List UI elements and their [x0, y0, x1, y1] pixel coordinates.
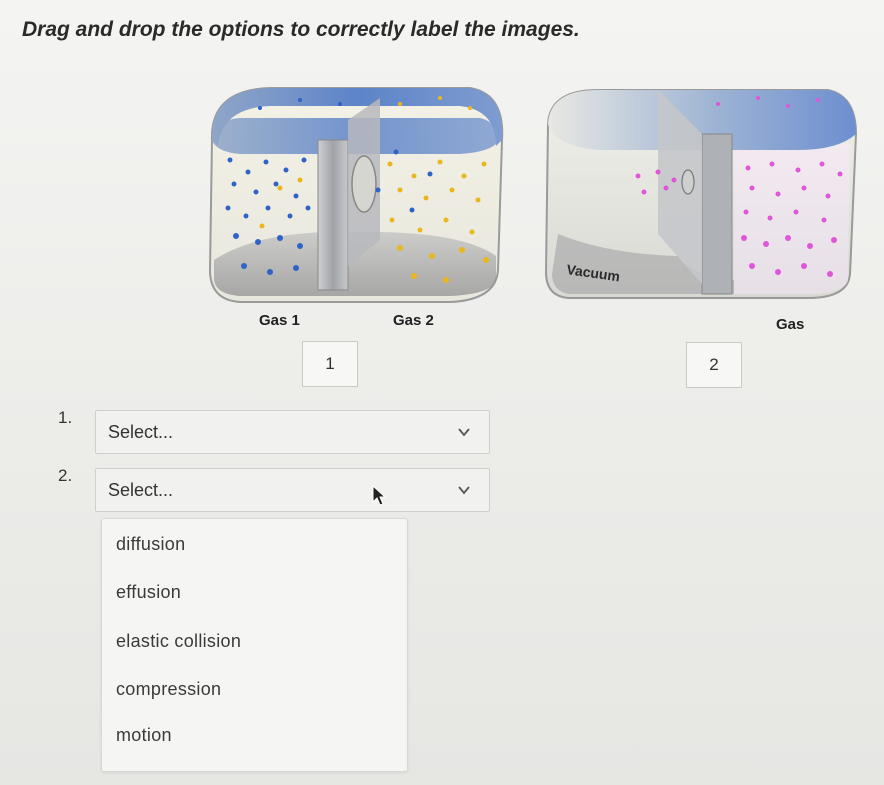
gas1-caption: Gas 1	[259, 312, 300, 329]
question-2-select[interactable]: Select...	[95, 468, 490, 512]
option-elastic-collision[interactable]: elastic collision	[116, 631, 241, 652]
option-motion[interactable]: motion	[116, 725, 172, 746]
drop-target-2[interactable]: 2	[686, 342, 742, 388]
option-compression[interactable]: compression	[116, 679, 221, 700]
drop-target-1[interactable]: 1	[302, 341, 358, 387]
option-effusion[interactable]: effusion	[116, 582, 181, 603]
instruction-text: Drag and drop the options to correctly l…	[22, 18, 580, 41]
chevron-down-icon	[458, 486, 470, 495]
question-2-number: 2.	[58, 466, 73, 485]
drop-target-2-label: 2	[709, 355, 719, 374]
question-1-select-value: Select...	[108, 422, 174, 442]
question-1-select[interactable]: Select...	[95, 410, 490, 454]
question-1-number: 1.	[58, 408, 73, 427]
diffusion-container-image	[208, 87, 504, 303]
drop-target-1-label: 1	[325, 354, 335, 373]
gas2-caption: Gas 2	[393, 312, 434, 329]
gas-caption: Gas	[776, 316, 805, 333]
mouse-pointer-icon	[372, 485, 386, 506]
dropdown-options-list: diffusion effusion elastic collision com…	[101, 518, 408, 772]
chevron-down-icon	[458, 428, 470, 437]
effusion-container-image: Vacuum	[544, 89, 858, 299]
option-diffusion[interactable]: diffusion	[116, 534, 185, 555]
question-2-select-value: Select...	[108, 480, 174, 500]
